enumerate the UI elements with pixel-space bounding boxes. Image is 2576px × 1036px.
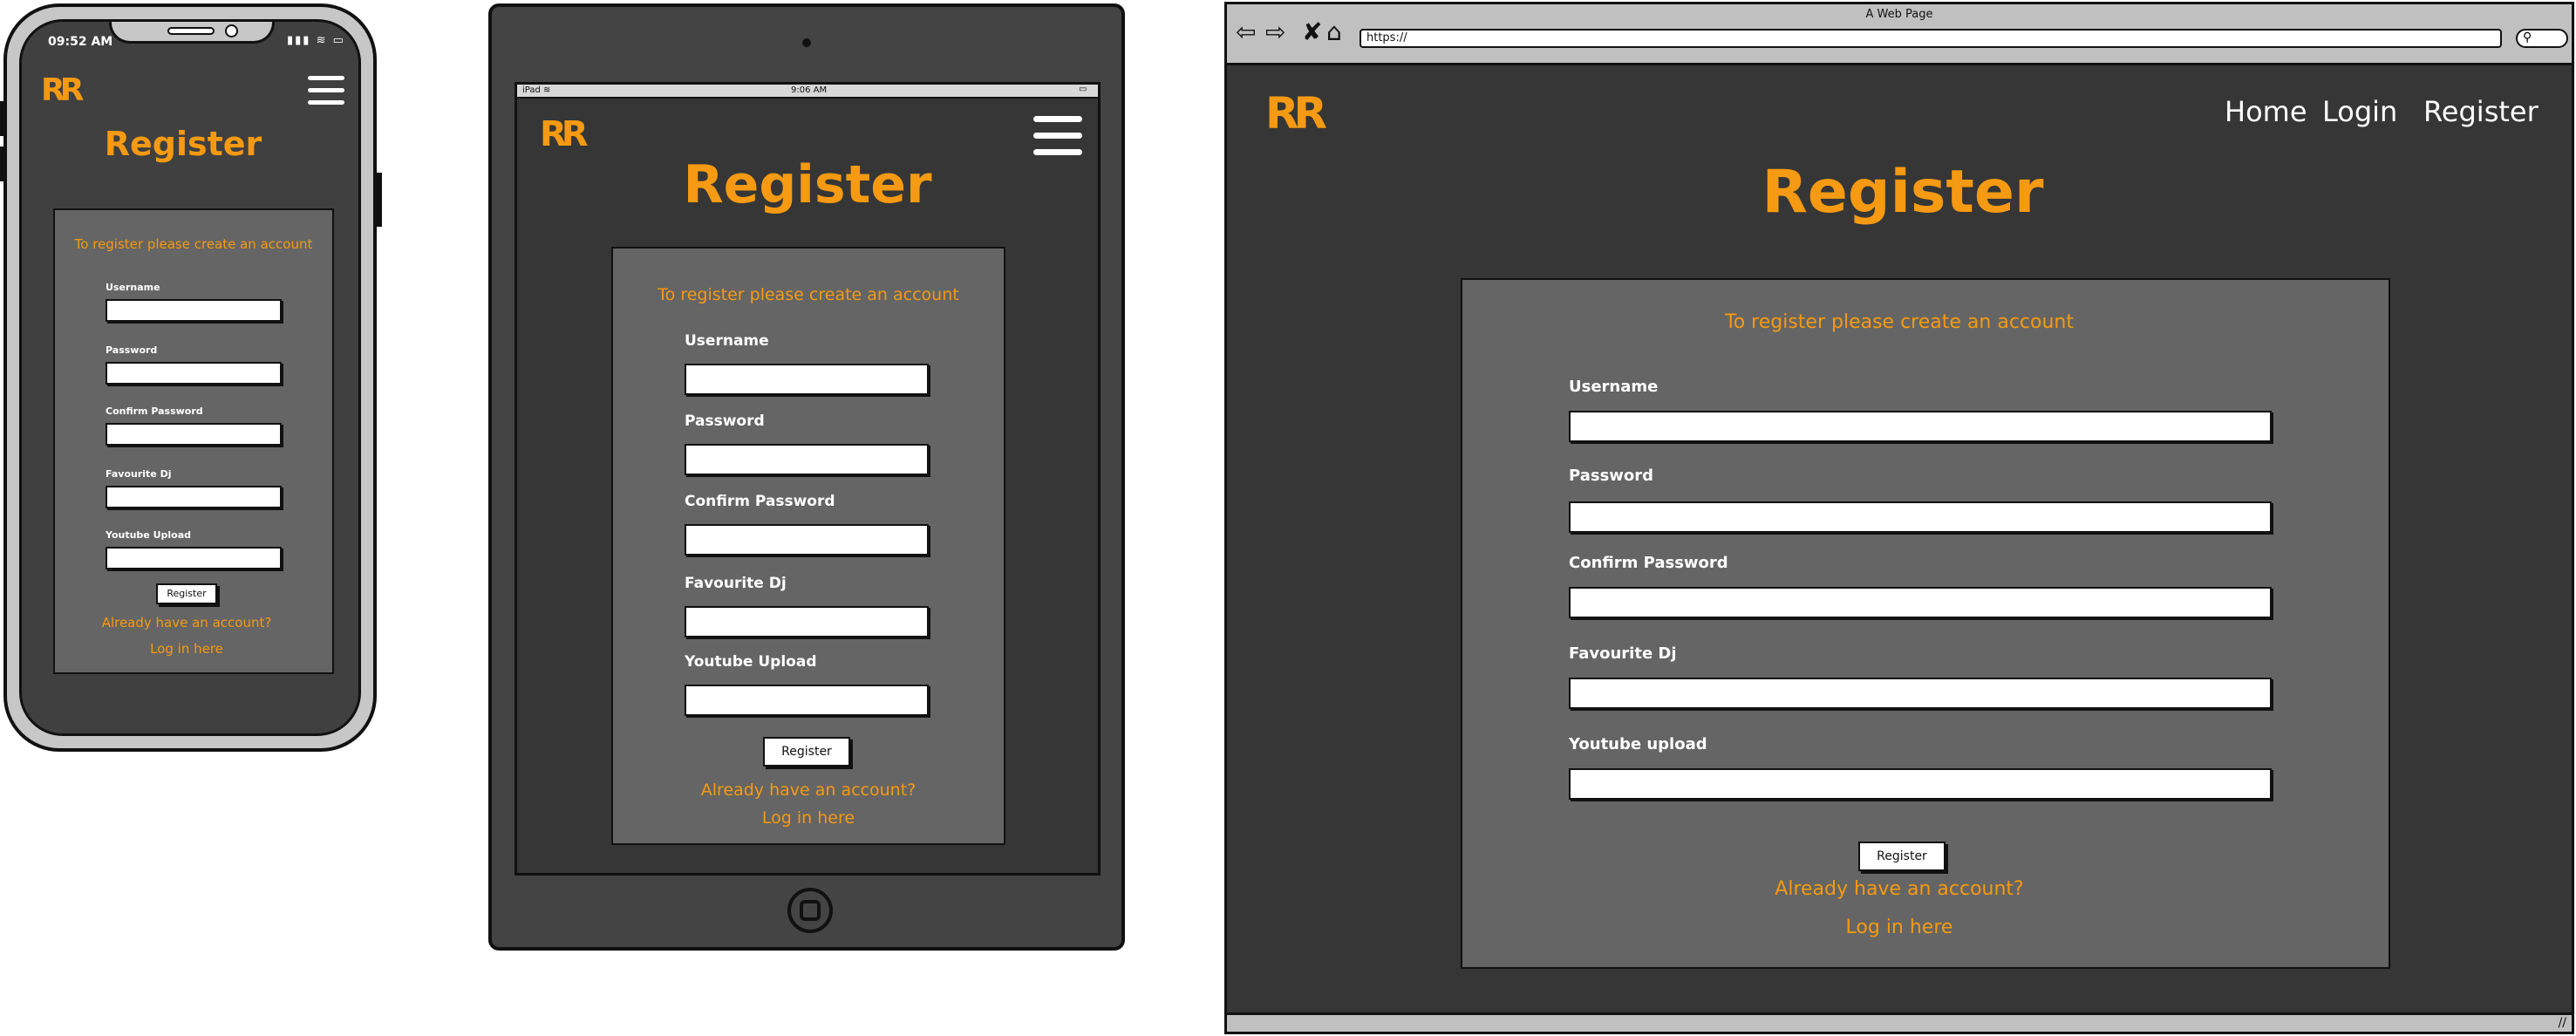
status-battery: ▭ xyxy=(1079,85,1087,94)
youtube-upload-label: Youtube Upload xyxy=(685,653,817,671)
favourite-dj-input[interactable] xyxy=(685,606,929,637)
url-bar[interactable]: https:// xyxy=(1360,29,2502,48)
password-label: Password xyxy=(685,412,765,430)
status-icons: ▮▮▮ ≋ ▭ xyxy=(287,34,345,47)
register-form-panel: To register please create an account Use… xyxy=(53,208,334,674)
tablet-mockup: iPad ≋ 9:06 AM ▭ RR Register To register… xyxy=(488,3,1125,951)
nav-link-login[interactable]: Login xyxy=(2322,95,2397,128)
brand-logo[interactable]: RR xyxy=(41,72,85,108)
login-prompt: Already have an account? xyxy=(101,615,272,630)
phone-speaker xyxy=(167,27,215,35)
register-form-panel: To register please create an account Use… xyxy=(1461,278,2390,969)
youtube-upload-input[interactable] xyxy=(106,547,282,569)
home-button-square xyxy=(800,900,821,921)
browser-chrome: A Web Page ⇦ ⇨ ✘ ⌂ https:// ⚲ xyxy=(1227,4,2572,65)
username-input[interactable] xyxy=(106,299,282,322)
youtube-upload-input[interactable] xyxy=(1569,768,2272,800)
login-prompt: Already have an account? xyxy=(1775,878,2024,900)
confirm-password-input[interactable] xyxy=(106,423,282,446)
window-title: A Web Page xyxy=(1865,8,1933,21)
form-heading: To register please create an account xyxy=(1725,311,2074,333)
confirm-password-label: Confirm Password xyxy=(106,406,203,417)
confirm-password-label: Confirm Password xyxy=(1569,554,1728,572)
youtube-upload-label: Youtube upload xyxy=(1569,735,1707,753)
register-form-panel: To register please create an account Use… xyxy=(611,247,1005,845)
favourite-dj-input[interactable] xyxy=(106,486,282,508)
youtube-upload-label: Youtube Upload xyxy=(106,529,192,541)
hamburger-menu-icon[interactable] xyxy=(308,76,344,105)
form-heading: To register please create an account xyxy=(74,236,313,252)
page-title: Register xyxy=(104,125,262,163)
page-title: Register xyxy=(1762,158,2044,227)
password-input[interactable] xyxy=(685,444,929,475)
stop-icon[interactable]: ✘ xyxy=(1302,20,1322,44)
status-carrier: iPad ≋ xyxy=(522,85,551,95)
phone-power-button xyxy=(377,173,382,227)
form-heading: To register please create an account xyxy=(658,285,959,304)
username-label: Username xyxy=(1569,378,1659,396)
phone-screen: 09:52 AM ▮▮▮ ≋ ▭ RR Register To register… xyxy=(19,19,361,736)
youtube-upload-input[interactable] xyxy=(685,685,929,716)
phone-volume-button xyxy=(0,147,5,181)
tablet-camera xyxy=(802,38,811,47)
resize-grip-icon[interactable]: // xyxy=(2559,1016,2566,1030)
nav-link-register[interactable]: Register xyxy=(2423,95,2539,128)
login-link[interactable]: Log in here xyxy=(1462,917,2336,938)
password-input[interactable] xyxy=(106,362,282,385)
browser-window: A Web Page ⇦ ⇨ ✘ ⌂ https:// ⚲ RR Home Lo… xyxy=(1224,2,2574,1034)
username-label: Username xyxy=(685,332,769,350)
favourite-dj-label: Favourite Dj xyxy=(1569,644,1677,663)
username-input[interactable] xyxy=(685,364,929,395)
browser-status-bar: // xyxy=(1227,1012,2572,1032)
brand-logo[interactable]: RR xyxy=(540,114,589,154)
tablet-screen: iPad ≋ 9:06 AM ▭ RR Register To register… xyxy=(515,82,1101,876)
tablet-status-bar: iPad ≋ 9:06 AM ▭ xyxy=(517,85,1098,99)
confirm-password-input[interactable] xyxy=(1569,587,2272,618)
favourite-dj-label: Favourite Dj xyxy=(685,575,787,592)
favourite-dj-input[interactable] xyxy=(1569,678,2272,709)
nav-link-home[interactable]: Home xyxy=(2225,95,2307,128)
username-label: Username xyxy=(106,282,160,293)
tablet-home-button[interactable] xyxy=(787,888,833,933)
login-prompt: Already have an account? xyxy=(700,780,917,800)
search-icon[interactable]: ⚲ xyxy=(2516,29,2568,48)
username-input[interactable] xyxy=(1569,411,2272,442)
brand-logo[interactable]: RR xyxy=(1265,88,1327,139)
back-arrow-icon[interactable]: ⇦ xyxy=(1236,20,1256,44)
register-button[interactable]: Register xyxy=(1858,842,1946,871)
phone-camera xyxy=(225,24,238,37)
password-label: Password xyxy=(1569,467,1654,485)
status-time: 9:06 AM xyxy=(791,85,828,95)
favourite-dj-label: Favourite Dj xyxy=(106,468,172,480)
password-input[interactable] xyxy=(1569,501,2272,533)
home-icon[interactable]: ⌂ xyxy=(1326,20,1342,44)
confirm-password-input[interactable] xyxy=(685,524,929,555)
login-link[interactable]: Log in here xyxy=(613,808,1004,828)
forward-arrow-icon[interactable]: ⇨ xyxy=(1265,20,1285,44)
confirm-password-label: Confirm Password xyxy=(685,493,835,510)
register-button[interactable]: Register xyxy=(763,737,850,767)
login-link[interactable]: Log in here xyxy=(55,641,318,657)
hamburger-menu-icon[interactable] xyxy=(1033,116,1082,155)
register-button[interactable]: Register xyxy=(156,583,217,604)
password-label: Password xyxy=(106,344,158,356)
status-time: 09:52 AM xyxy=(48,35,113,49)
phone-mockup: 09:52 AM ▮▮▮ ≋ ▭ RR Register To register… xyxy=(0,3,382,752)
page-title: Register xyxy=(683,154,932,215)
phone-volume-button xyxy=(0,101,5,136)
phone-notch xyxy=(109,22,275,44)
